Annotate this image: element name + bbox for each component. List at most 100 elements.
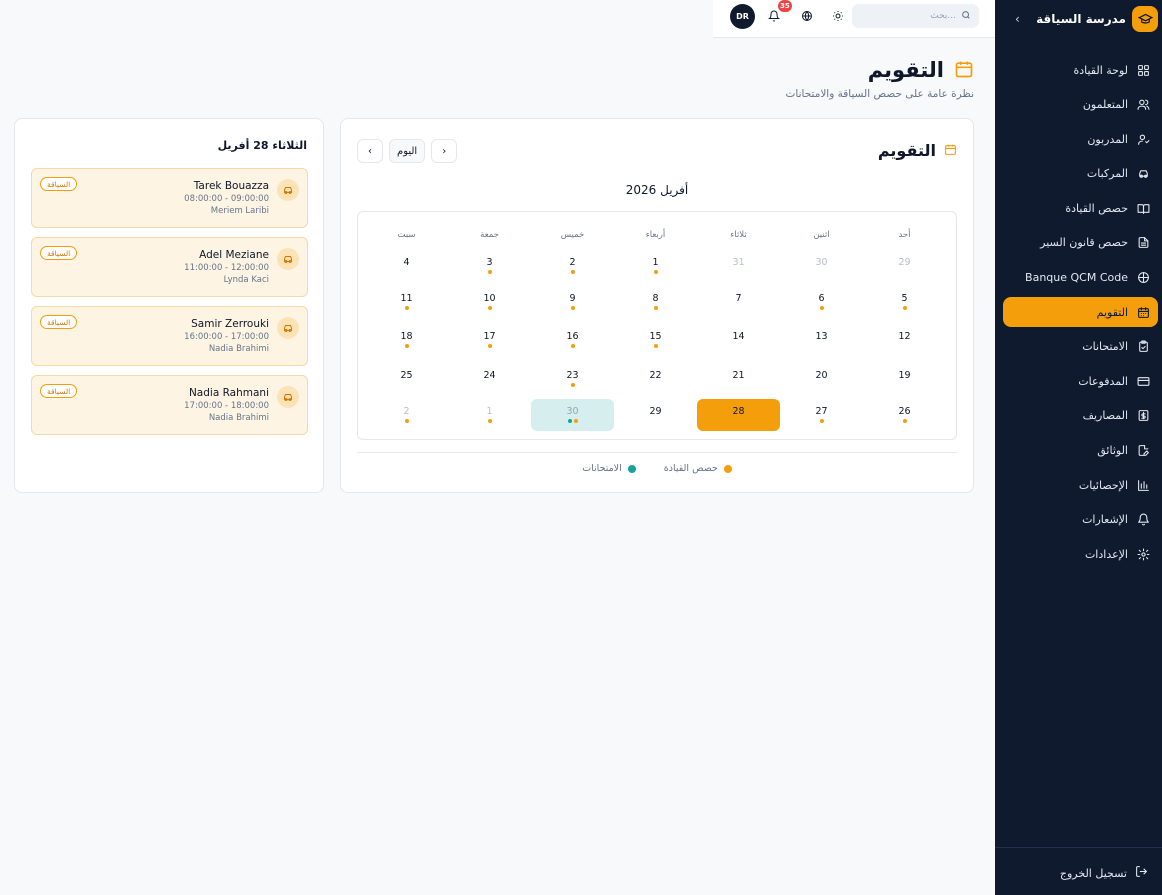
event-type-tag: السياقة xyxy=(40,384,78,398)
day-cell[interactable]: 16 xyxy=(531,324,614,356)
day-cell[interactable]: 21 xyxy=(697,363,780,395)
day-cell[interactable]: 17 xyxy=(448,324,531,356)
sidebar-item-label: الوثائق xyxy=(1097,444,1128,458)
sidebar-item-file-edit[interactable]: الوثائق xyxy=(1003,436,1158,466)
sidebar-item-label: Banque QCM Code xyxy=(1025,271,1128,285)
day-cell[interactable]: 1 xyxy=(614,250,697,282)
language-globe-icon[interactable] xyxy=(800,9,814,23)
day-number: 19 xyxy=(898,370,911,381)
selected-day-cell[interactable]: 28 xyxy=(697,399,780,431)
sidebar-item-bar-chart[interactable]: الإحصائيات xyxy=(1003,470,1158,500)
day-cell[interactable]: 24 xyxy=(448,363,531,395)
file-edit-icon xyxy=(1136,444,1150,458)
sidebar-item-clipboard-check[interactable]: الامتحانات xyxy=(1003,332,1158,362)
sidebar-item-label: الإعدادات xyxy=(1084,547,1128,561)
sidebar-item-bell[interactable]: الإشعارات xyxy=(1003,505,1158,535)
event-dots xyxy=(365,419,448,423)
sidebar-item-car[interactable]: المركبات xyxy=(1003,159,1158,189)
event-card[interactable]: Tarek Bouazza 08:00:00 - 09:00:00 Meriem L… xyxy=(31,168,308,228)
notifications-bell-icon[interactable] xyxy=(767,9,781,23)
sidebar-item-globe[interactable]: Banque QCM Code xyxy=(1003,263,1158,293)
day-cell[interactable]: 5 xyxy=(863,286,946,318)
event-details: Tarek Bouazza 08:00:00 - 09:00:00 Meriem L… xyxy=(184,179,269,217)
sidebar-item-label: الإحصائيات xyxy=(1078,478,1128,492)
day-cell[interactable]: 12 xyxy=(863,324,946,356)
day-cell[interactable]: 22 xyxy=(614,363,697,395)
sidebar-item-dollar[interactable]: المصاريف xyxy=(1003,401,1158,431)
day-cell[interactable]: 20 xyxy=(780,363,863,395)
driving-lesson-dot xyxy=(404,419,409,423)
day-cell[interactable]: 13 xyxy=(780,324,863,356)
sidebar-item-label: الامتحانات xyxy=(1082,340,1128,354)
sidebar-item-label: الإشعارات xyxy=(1082,513,1128,527)
today-cell[interactable]: 30 xyxy=(531,399,614,431)
event-dots xyxy=(531,344,614,348)
day-number: 28 xyxy=(732,406,745,417)
weekday-header: أحد xyxy=(898,230,911,240)
selected-day-title: الثلاثاء 28 أفريل xyxy=(217,139,307,152)
day-cell[interactable]: 25 xyxy=(365,363,448,395)
search-input[interactable]: بحث... xyxy=(852,4,979,28)
day-cell[interactable]: 27 xyxy=(780,399,863,431)
day-cell[interactable]: 19 xyxy=(863,363,946,395)
sidebar-item-label: المصاريف xyxy=(1082,409,1128,423)
day-cell[interactable]: 30 xyxy=(780,250,863,282)
day-cell[interactable]: 11 xyxy=(365,286,448,318)
sidebar-item-users[interactable]: المتعلمون xyxy=(1003,90,1158,120)
day-cell[interactable]: 15 xyxy=(614,324,697,356)
weekday-header: اثنين xyxy=(813,230,830,240)
day-cell[interactable]: 9 xyxy=(531,286,614,318)
day-cell[interactable]: 18 xyxy=(365,324,448,356)
day-cell[interactable]: 8 xyxy=(614,286,697,318)
sidebar: ‹ مدرسة السياقة لوحة القيادة المتعلمون الم… xyxy=(995,0,1162,895)
event-dots xyxy=(531,383,614,387)
sidebar-item-instructor[interactable]: المدربون xyxy=(1003,124,1158,154)
logout-button[interactable]: تسجيل الخروج xyxy=(1060,858,1148,888)
day-cell[interactable]: 1 xyxy=(448,399,531,431)
next-month-button[interactable]: › xyxy=(431,139,458,163)
event-card[interactable]: Adel Meziane 11:00:00 - 12:00:00 Lynda Kac… xyxy=(31,237,308,297)
today-button[interactable]: اليوم xyxy=(389,139,426,163)
day-cell[interactable]: 29 xyxy=(614,399,697,431)
weekday-header: ثلاثاء xyxy=(730,230,747,240)
month-grid: أحد اثنين ثلاثاء أربعاء خميس جمعة سبت 29 30 31 1 2 3… xyxy=(357,211,957,440)
instructor-icon xyxy=(1136,132,1150,146)
day-cell[interactable]: 2 xyxy=(365,399,448,431)
day-cell[interactable]: 26 xyxy=(863,399,946,431)
day-cell[interactable]: 31 xyxy=(697,250,780,282)
logout-label: تسجيل الخروج xyxy=(1059,866,1127,880)
driving-lesson-dot xyxy=(487,419,492,423)
day-number: 24 xyxy=(483,370,496,381)
day-cell[interactable]: 14 xyxy=(697,324,780,356)
day-cell[interactable]: 7 xyxy=(697,286,780,318)
calendar-divider xyxy=(357,452,957,453)
day-cell[interactable]: 10 xyxy=(448,286,531,318)
day-cell[interactable]: 6 xyxy=(780,286,863,318)
collapse-sidebar-icon[interactable]: ‹ xyxy=(1015,12,1020,26)
exam-dot xyxy=(567,419,572,423)
event-card[interactable]: Nadia Rahmani 17:00:00 - 18:00:00 Nadia Br… xyxy=(31,375,308,435)
event-card[interactable]: Samir Zerrouki 16:00:00 - 17:00:00 Nadia B… xyxy=(31,306,308,366)
sidebar-item-book[interactable]: حصص القيادة xyxy=(1003,193,1158,223)
sidebar-item-calendar[interactable]: التقويم xyxy=(1003,297,1158,328)
day-cell[interactable]: 2 xyxy=(531,250,614,282)
user-avatar[interactable]: DR xyxy=(730,4,755,29)
sidebar-divider xyxy=(995,847,1162,848)
notification-badge: 35 xyxy=(778,0,792,12)
driving-lesson-dot xyxy=(404,344,409,348)
day-cell[interactable]: 3 xyxy=(448,250,531,282)
day-cell[interactable]: 23 xyxy=(531,363,614,395)
calendar-icon xyxy=(944,143,957,159)
weekday-header: سبت xyxy=(397,230,416,240)
sidebar-item-credit-card[interactable]: المدفوعات xyxy=(1003,366,1158,396)
legend-item: الامتحانات xyxy=(582,463,636,474)
sidebar-item-dashboard[interactable]: لوحة القيادة xyxy=(1003,55,1158,85)
day-cell[interactable]: 29 xyxy=(863,250,946,282)
sidebar-item-gear[interactable]: الإعدادات xyxy=(1003,539,1158,569)
day-number: 2 xyxy=(403,406,410,417)
sidebar-item-document[interactable]: حصص قانون السير xyxy=(1003,228,1158,258)
theme-toggle-sun-icon[interactable] xyxy=(831,9,845,23)
day-cell[interactable]: 4 xyxy=(365,250,448,282)
prev-month-button[interactable]: ‹ xyxy=(357,139,383,163)
day-number: 29 xyxy=(898,257,911,268)
